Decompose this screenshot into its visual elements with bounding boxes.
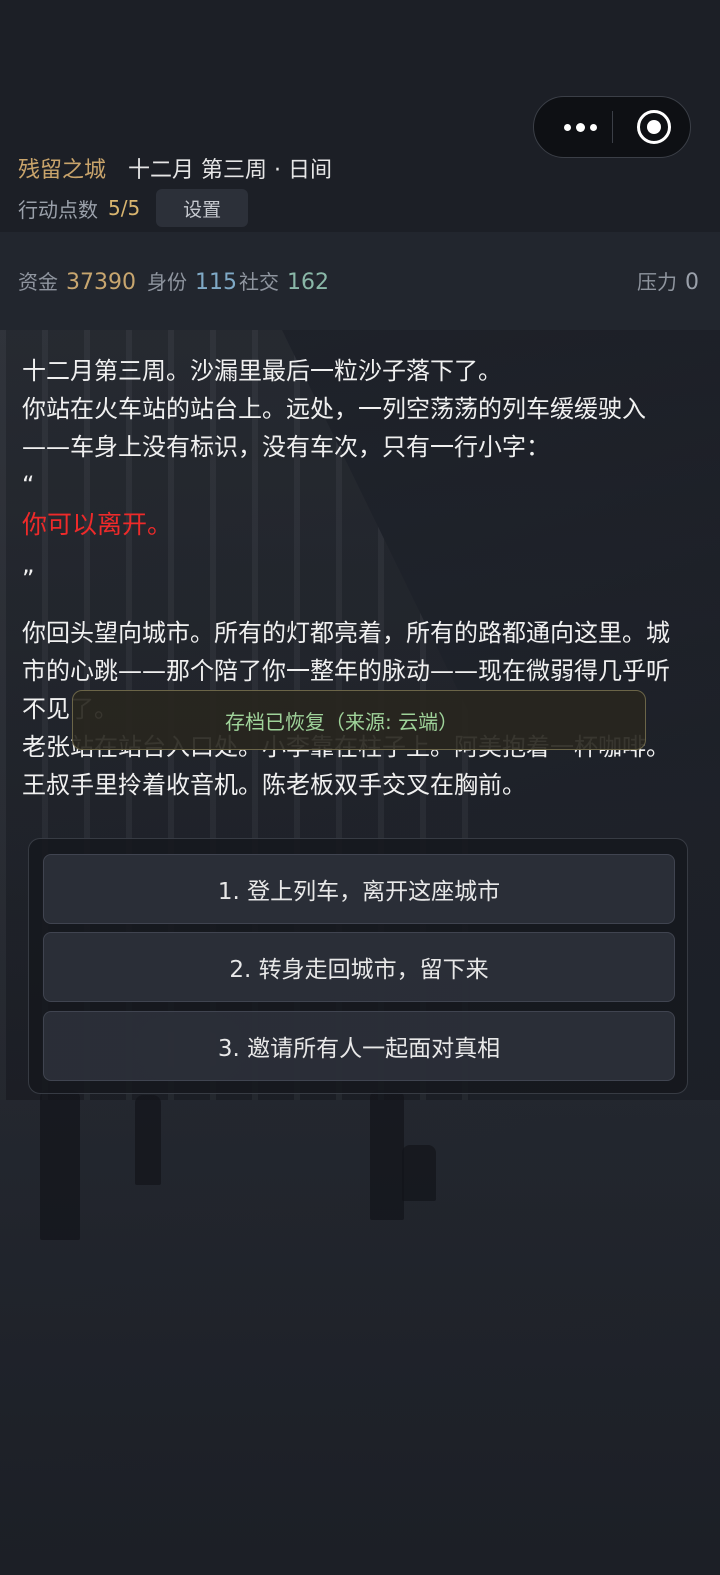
choice-board-train[interactable]: 1. 登上列车，离开这座城市 <box>43 854 675 924</box>
stat-social-label: 社交 <box>239 270 279 294</box>
stats-bar: 资金 37390 身份 115 社交 162 压力 0 <box>0 232 720 330</box>
game-screen: 残留之城 十二月 第三周 · 日间 行动点数 5/5 设置 资金 37390 身… <box>0 0 720 1575</box>
highlight-text: 你可以离开。 <box>22 510 173 539</box>
platform-floor <box>0 1100 720 1575</box>
silhouette-figure <box>370 1090 404 1220</box>
silhouette-figure <box>40 1090 80 1240</box>
save-restored-toast: 存档已恢复（来源: 云端） <box>72 690 646 750</box>
action-points-value: 5/5 <box>108 196 141 220</box>
action-points-row: 行动点数 5/5 设置 <box>18 188 249 228</box>
stat-status-value: 115 <box>195 270 237 295</box>
open-quote: “ <box>22 471 35 499</box>
target-close-icon[interactable] <box>637 110 671 144</box>
silhouette-figure <box>135 1095 161 1185</box>
game-date: 十二月 第三周 · 日间 <box>128 158 332 183</box>
stat-money-value: 37390 <box>66 270 136 295</box>
stat-status: 身份 115 <box>147 266 237 295</box>
game-title: 残留之城 <box>18 158 107 183</box>
stat-stress: 压力 0 <box>637 266 699 295</box>
story-paragraph: 你站在火车站的站台上。远处，一列空荡荡的列车缓缓驶入——车身上没有标识，没有车次… <box>22 395 646 461</box>
silhouette-figure <box>402 1145 436 1201</box>
choice-face-truth[interactable]: 3. 邀请所有人一起面对真相 <box>43 1011 675 1081</box>
stat-stress-value: 0 <box>685 270 699 295</box>
stat-stress-label: 压力 <box>637 270 677 294</box>
more-dots-icon[interactable] <box>552 97 608 157</box>
stat-money: 资金 37390 <box>18 266 136 295</box>
top-header: 残留之城 十二月 第三周 · 日间 行动点数 5/5 设置 <box>0 0 720 232</box>
stat-status-label: 身份 <box>147 270 187 294</box>
choices-panel: 1. 登上列车，离开这座城市 2. 转身走回城市，留下来 3. 邀请所有人一起面… <box>28 838 688 1094</box>
story-paragraph: 十二月第三周。沙漏里最后一粒沙子落下了。 <box>22 357 502 385</box>
stat-money-label: 资金 <box>18 270 58 294</box>
mini-program-capsule <box>533 96 691 158</box>
stat-social: 社交 162 <box>239 266 329 295</box>
choice-stay-city[interactable]: 2. 转身走回城市，留下来 <box>43 932 675 1002</box>
stat-social-value: 162 <box>287 270 329 295</box>
title-row: 残留之城 十二月 第三周 · 日间 <box>18 148 332 188</box>
close-quote: ” <box>22 565 35 593</box>
action-points-label: 行动点数 <box>18 197 98 222</box>
settings-button[interactable]: 设置 <box>156 189 249 227</box>
capsule-divider <box>612 111 613 143</box>
